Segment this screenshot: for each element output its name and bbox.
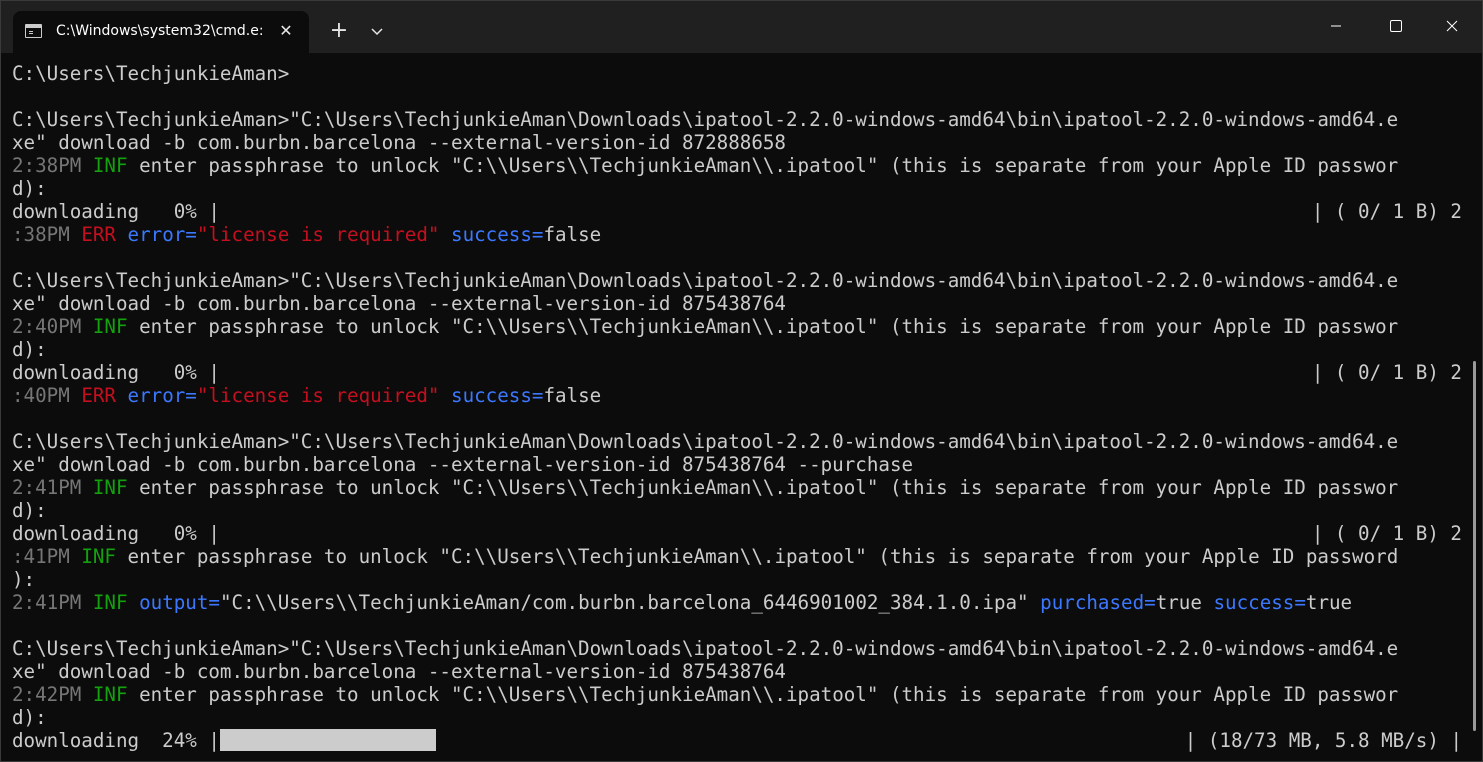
tab-cmd[interactable]: C:\Windows\system32\cmd.e: ✕ <box>13 11 309 53</box>
terminal-window: C:\Windows\system32\cmd.e: ✕ + C:\Users\… <box>0 0 1483 762</box>
log-level-inf: INF <box>92 683 128 706</box>
log-line: 2:41PM INF enter passphrase to unlock "C… <box>12 476 1462 499</box>
timestamp: :41PM <box>12 545 70 568</box>
maximize-icon[interactable] <box>1373 1 1419 51</box>
log-level-inf: INF <box>92 154 128 177</box>
download-label: downloading 0% | <box>12 200 220 223</box>
log-level-err: ERR <box>81 223 116 246</box>
download-stats: | ( 0/ 1 B) 2 <box>1311 200 1462 223</box>
log-line: 2:42PM INF enter passphrase to unlock "C… <box>12 683 1462 706</box>
success-key: success= <box>1213 591 1306 614</box>
error-line: :38PM ERR error="license is required" su… <box>12 223 1462 246</box>
success-value: true <box>1305 591 1353 614</box>
timestamp: 2:41PM <box>12 591 82 614</box>
purchased-value: true <box>1155 591 1202 614</box>
scrollbar[interactable] <box>1473 361 1476 731</box>
error-key: error= <box>127 384 197 407</box>
download-label: downloading 24% | <box>12 729 220 752</box>
success-key: success= <box>451 223 544 246</box>
command-line: C:\Users\TechjunkieAman>"C:\Users\Techju… <box>12 430 1399 453</box>
timestamp: :38PM <box>12 223 70 246</box>
download-label: downloading 0% | <box>12 361 220 384</box>
plus-icon[interactable]: + <box>325 17 353 45</box>
output-value: "C:\\Users\\TechjunkieAman/com.burbn.bar… <box>219 591 1029 614</box>
log-message: enter passphrase to unlock "C:\\Users\\T… <box>127 154 1399 177</box>
error-key: error= <box>127 223 197 246</box>
download-stats: | ( 0/ 1 B) 2 <box>1311 361 1462 384</box>
command-line-wrap: xe" download -b com.burbn.barcelona --ex… <box>12 453 914 476</box>
download-progress-line: downloading 24% | | (18/73 MB, 5.8 MB/s) … <box>12 729 1462 752</box>
log-message: enter passphrase to unlock "C:\\Users\\T… <box>115 545 1399 568</box>
command-line: C:\Users\TechjunkieAman>"C:\Users\Techju… <box>12 269 1399 292</box>
log-message: enter passphrase to unlock "C:\\Users\\T… <box>127 683 1399 706</box>
success-value: false <box>543 384 602 407</box>
timestamp: 2:42PM <box>12 683 82 706</box>
log-line-wrap: d): <box>12 177 47 200</box>
output-line: 2:41PM INF output="C:\\Users\\Techjunkie… <box>12 591 1462 614</box>
success-value: false <box>543 223 602 246</box>
tab-title: C:\Windows\system32\cmd.e: <box>56 23 264 39</box>
window-close-icon[interactable] <box>1429 1 1475 51</box>
command-line-wrap: xe" download -b com.burbn.barcelona --ex… <box>12 131 786 154</box>
error-value: "license is required" <box>196 223 440 246</box>
log-line-wrap: ): <box>12 568 36 591</box>
close-icon[interactable]: ✕ <box>276 21 296 41</box>
purchased-key: purchased= <box>1040 591 1156 614</box>
log-line-wrap: d): <box>12 706 47 729</box>
command-line: C:\Users\TechjunkieAman>"C:\Users\Techju… <box>12 637 1399 660</box>
log-line: 2:38PM INF enter passphrase to unlock "C… <box>12 154 1462 177</box>
download-label: downloading 0% | <box>12 522 220 545</box>
error-line: :40PM ERR error="license is required" su… <box>12 384 1462 407</box>
command-line-wrap: xe" download -b com.burbn.barcelona --ex… <box>12 660 786 683</box>
log-line-wrap: d): <box>12 499 47 522</box>
download-progress-line: downloading 0% | | ( 0/ 1 B) 2 <box>12 361 1462 384</box>
terminal-icon <box>25 24 42 38</box>
title-bar: C:\Windows\system32\cmd.e: ✕ + <box>1 1 1482 53</box>
command-line-wrap: xe" download -b com.burbn.barcelona --ex… <box>12 292 786 315</box>
timestamp: 2:40PM <box>12 315 82 338</box>
log-level-inf: INF <box>92 476 128 499</box>
log-message: enter passphrase to unlock "C:\\Users\\T… <box>127 476 1399 499</box>
download-progress-line: downloading 0% | | ( 0/ 1 B) 2 <box>12 200 1462 223</box>
command-line: C:\Users\TechjunkieAman>"C:\Users\Techju… <box>12 108 1399 131</box>
download-progress-line: downloading 0% | | ( 0/ 1 B) 2 <box>12 522 1462 545</box>
log-level-err: ERR <box>81 384 116 407</box>
terminal-output[interactable]: C:\Users\TechjunkieAman> C:\Users\Techju… <box>12 62 1462 761</box>
log-line: :41PM INF enter passphrase to unlock "C:… <box>12 545 1462 568</box>
progress-fill <box>219 729 436 751</box>
error-value: "license is required" <box>196 384 440 407</box>
output-key: output= <box>139 591 220 614</box>
log-level-inf: INF <box>81 545 116 568</box>
timestamp: 2:38PM <box>12 154 82 177</box>
success-key: success= <box>451 384 544 407</box>
chevron-down-icon[interactable] <box>363 17 391 45</box>
minimize-icon[interactable] <box>1313 1 1359 51</box>
download-stats: | (18/73 MB, 5.8 MB/s) | <box>1184 729 1462 752</box>
timestamp: 2:41PM <box>12 476 82 499</box>
timestamp: :40PM <box>12 384 70 407</box>
log-line-wrap: d): <box>12 338 47 361</box>
log-message: enter passphrase to unlock "C:\\Users\\T… <box>127 315 1399 338</box>
log-level-inf: INF <box>92 315 128 338</box>
prompt-line: C:\Users\TechjunkieAman> <box>12 62 290 85</box>
log-level-inf: INF <box>92 591 128 614</box>
download-stats: | ( 0/ 1 B) 2 <box>1311 522 1462 545</box>
log-line: 2:40PM INF enter passphrase to unlock "C… <box>12 315 1462 338</box>
progress-bar <box>219 729 436 751</box>
